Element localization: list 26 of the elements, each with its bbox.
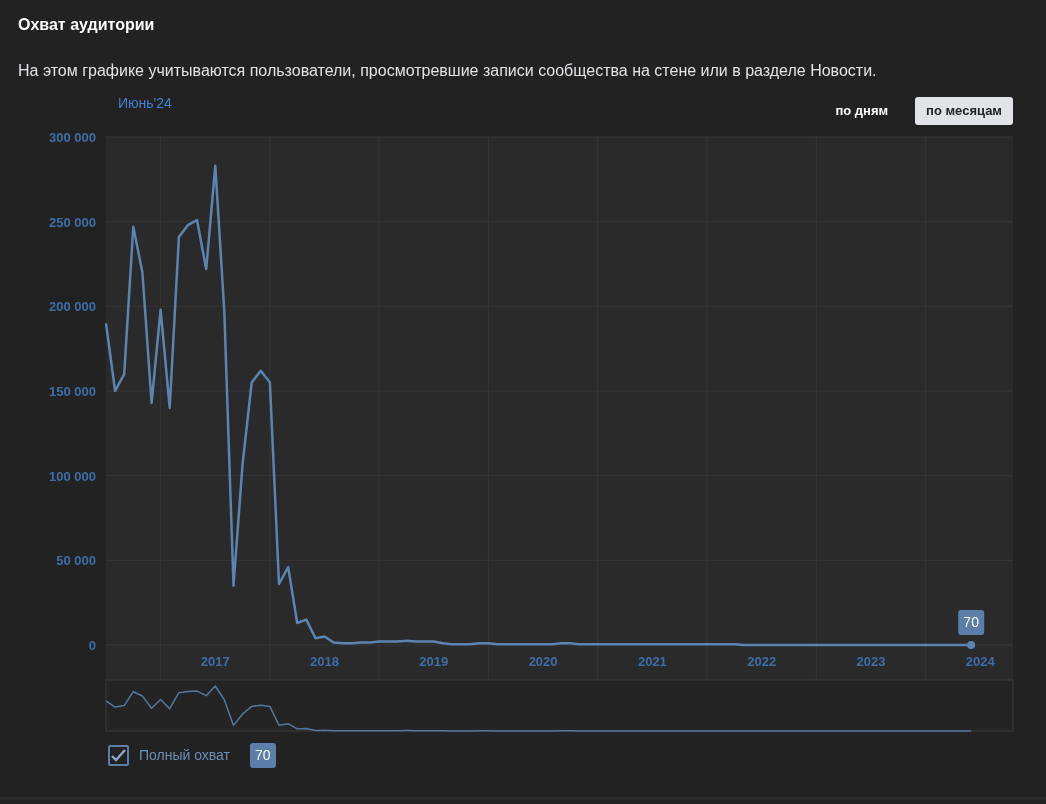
axis-tick-label: 2023 — [856, 654, 886, 669]
axis-tick-label: 2021 — [637, 654, 667, 669]
section-title: Охват аудитории — [18, 15, 156, 35]
axis-tick-label: 200 000 — [49, 299, 96, 315]
axis-tick-label: 2019 — [419, 654, 449, 669]
axis-tick-label: 2020 — [528, 654, 558, 669]
axis-tick-label: 300 000 — [49, 130, 96, 145]
period-tab[interactable]: по месяцам — [915, 97, 1013, 125]
navigator-panel[interactable] — [105, 679, 1014, 732]
legend-label[interactable]: Полный охват — [139, 745, 230, 766]
axis-tick-label: 100 000 — [49, 468, 96, 484]
description-text: На этом графике учитываются пользователи, просмотревшие записи сообщества на стене или в разделе Новости. — [18, 61, 878, 81]
period-tab[interactable]: по дням — [824, 97, 900, 125]
axis-tick-label: 0 — [88, 638, 96, 653]
axis-tick-label: 150 000 — [49, 384, 96, 399]
axis-tick-label: 250 000 — [49, 214, 96, 230]
axis-tick-label: 2017 — [200, 654, 230, 669]
axis-tick-label: 2022 — [747, 654, 777, 669]
value-tooltip: 70 — [958, 609, 984, 635]
legend-checkbox[interactable] — [108, 745, 129, 766]
axis-tick-label: 2018 — [310, 654, 339, 669]
axis-tick-label: 50 000 — [56, 553, 96, 569]
legend-value: 70 — [250, 743, 276, 768]
data-point — [967, 640, 976, 649]
period-label: Июнь'24 — [118, 94, 172, 113]
axis-tick-label: 2024 — [965, 654, 995, 669]
